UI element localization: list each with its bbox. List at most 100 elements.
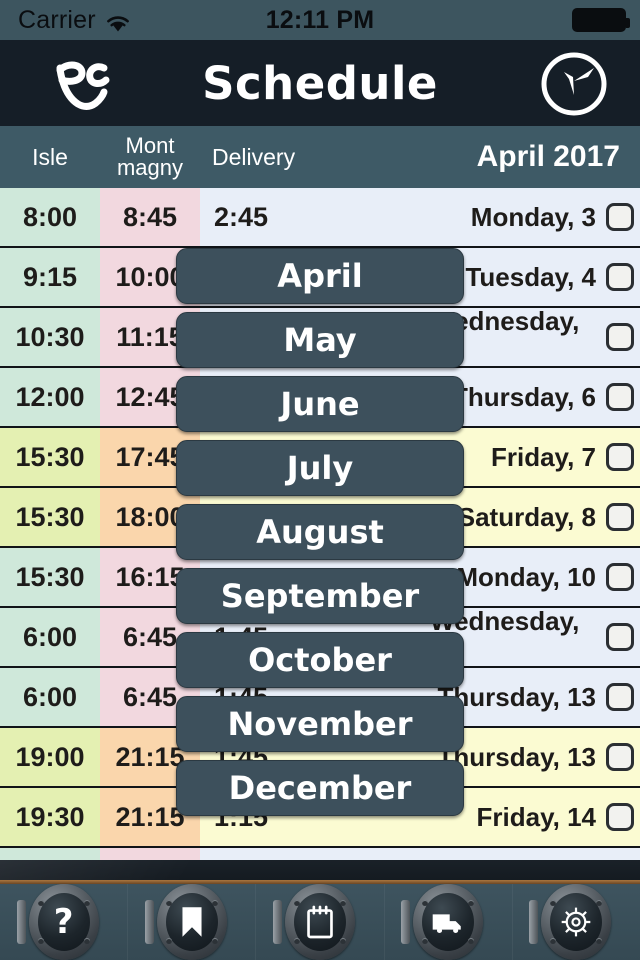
column-header-montmagny[interactable]: Mont magny (100, 126, 200, 188)
month-option-december[interactable]: December (176, 760, 464, 816)
status-bar: Carrier 12:11 PM (0, 0, 640, 40)
cell-isle: 19:30 (0, 788, 100, 846)
checkbox[interactable] (606, 323, 634, 351)
month-picker[interactable]: April May June July August September October No… (176, 248, 464, 824)
month-option-may[interactable]: May (176, 312, 464, 368)
toolbar-button-question-mark[interactable]: ? (0, 884, 129, 960)
cell-isle: 6:00 (0, 608, 100, 666)
toolbar-items: ? (0, 884, 640, 960)
question-mark-icon: ? (37, 893, 90, 951)
checkbox[interactable] (606, 563, 634, 591)
status-bar-time: 12:11 PM (265, 5, 375, 34)
column-header-delivery[interactable]: Delivery (212, 126, 295, 188)
ship-wheel-icon (550, 893, 603, 951)
row-checkbox-cell[interactable] (600, 848, 640, 860)
toolbar-button-truck[interactable] (385, 884, 513, 960)
rivet (550, 938, 557, 944)
rivet (340, 938, 346, 944)
cell-isle (0, 848, 100, 860)
rivet (422, 938, 429, 944)
month-option-october[interactable]: October (176, 632, 464, 688)
cell-isle: 15:30 (0, 428, 100, 486)
checkbox[interactable] (606, 683, 634, 711)
nav-bar: Schedule (0, 40, 640, 126)
row-checkbox-cell[interactable] (600, 368, 640, 426)
porthole-frame (273, 884, 355, 960)
battery-full-icon (572, 8, 630, 32)
toolbar-button-notepad[interactable] (256, 884, 385, 960)
month-option-november[interactable]: November (176, 696, 464, 752)
clock-icon[interactable] (536, 51, 612, 117)
rivet (83, 900, 90, 906)
pc-logo-icon[interactable] (38, 54, 134, 114)
porthole-frame (401, 884, 484, 960)
montmagny-line2: magny (116, 155, 184, 180)
table-row[interactable]: 8:00 8:45 2:45 Monday, 3 (0, 188, 640, 248)
rivet (468, 938, 475, 944)
row-checkbox-cell[interactable] (600, 548, 640, 606)
cell-isle: 10:30 (0, 308, 100, 366)
cell-isle: 15:30 (0, 488, 100, 546)
toolbar-button-ship-wheel[interactable] (513, 884, 640, 960)
cell-date (430, 848, 600, 860)
column-header-isle[interactable]: Isle (0, 126, 100, 188)
cell-isle: 9:15 (0, 248, 100, 306)
porthole-frame (144, 884, 227, 960)
row-checkbox-cell[interactable] (600, 188, 640, 246)
table-row[interactable] (0, 848, 640, 860)
truck-icon (422, 893, 475, 951)
checkbox[interactable] (606, 203, 634, 231)
checkbox[interactable] (606, 743, 634, 771)
cell-delivery: 2:45 (214, 201, 269, 232)
row-checkbox-cell[interactable] (600, 788, 640, 846)
row-checkbox-cell[interactable] (600, 728, 640, 786)
rivet (165, 938, 172, 944)
montmagny-line1: Mont (125, 132, 175, 158)
cell-isle: 15:30 (0, 548, 100, 606)
row-checkbox-cell[interactable] (600, 308, 640, 366)
row-checkbox-cell[interactable] (600, 608, 640, 666)
rivet (468, 900, 475, 906)
checkbox[interactable] (606, 623, 634, 651)
row-checkbox-cell[interactable] (600, 428, 640, 486)
checkbox[interactable] (606, 803, 634, 831)
page-title: Schedule (202, 56, 438, 110)
column-header: Isle Mont magny Delivery April 2017 (0, 126, 640, 188)
notepad-icon (294, 893, 346, 951)
month-option-september[interactable]: September (176, 568, 464, 624)
cell-isle: 6:00 (0, 668, 100, 726)
rivet (165, 900, 172, 906)
rivet (37, 938, 44, 944)
rivet (83, 938, 90, 944)
row-checkbox-cell[interactable] (600, 488, 640, 546)
cell-montmagny (100, 848, 200, 860)
checkbox[interactable] (606, 503, 634, 531)
row-checkbox-cell[interactable] (600, 668, 640, 726)
rivet (294, 938, 300, 944)
rivet (211, 900, 218, 906)
month-option-august[interactable]: August (176, 504, 464, 560)
porthole-frame (529, 884, 612, 960)
toolbar-button-bookmark[interactable] (128, 884, 257, 960)
cell-isle: 19:00 (0, 728, 100, 786)
rivet (596, 900, 603, 906)
rivet (596, 938, 603, 944)
status-bar-right (572, 8, 630, 32)
cell-date: Monday, 3 (470, 201, 596, 232)
porthole-frame: ? (16, 884, 99, 960)
checkbox[interactable] (606, 443, 634, 471)
month-option-june[interactable]: June (176, 376, 464, 432)
checkbox[interactable] (606, 263, 634, 291)
checkbox[interactable] (606, 383, 634, 411)
month-option-april[interactable]: April (176, 248, 464, 304)
toolbar-texture (0, 860, 640, 882)
row-checkbox-cell[interactable] (600, 248, 640, 306)
month-year-selector[interactable]: April 2017 (477, 126, 620, 188)
bottom-toolbar: ? (0, 860, 640, 960)
month-option-july[interactable]: July (176, 440, 464, 496)
cell-isle: 8:00 (0, 188, 100, 246)
rivet (294, 900, 300, 906)
rivet (37, 900, 44, 906)
cell-montmagny: 8:45 (100, 188, 200, 246)
rivet (211, 938, 218, 944)
